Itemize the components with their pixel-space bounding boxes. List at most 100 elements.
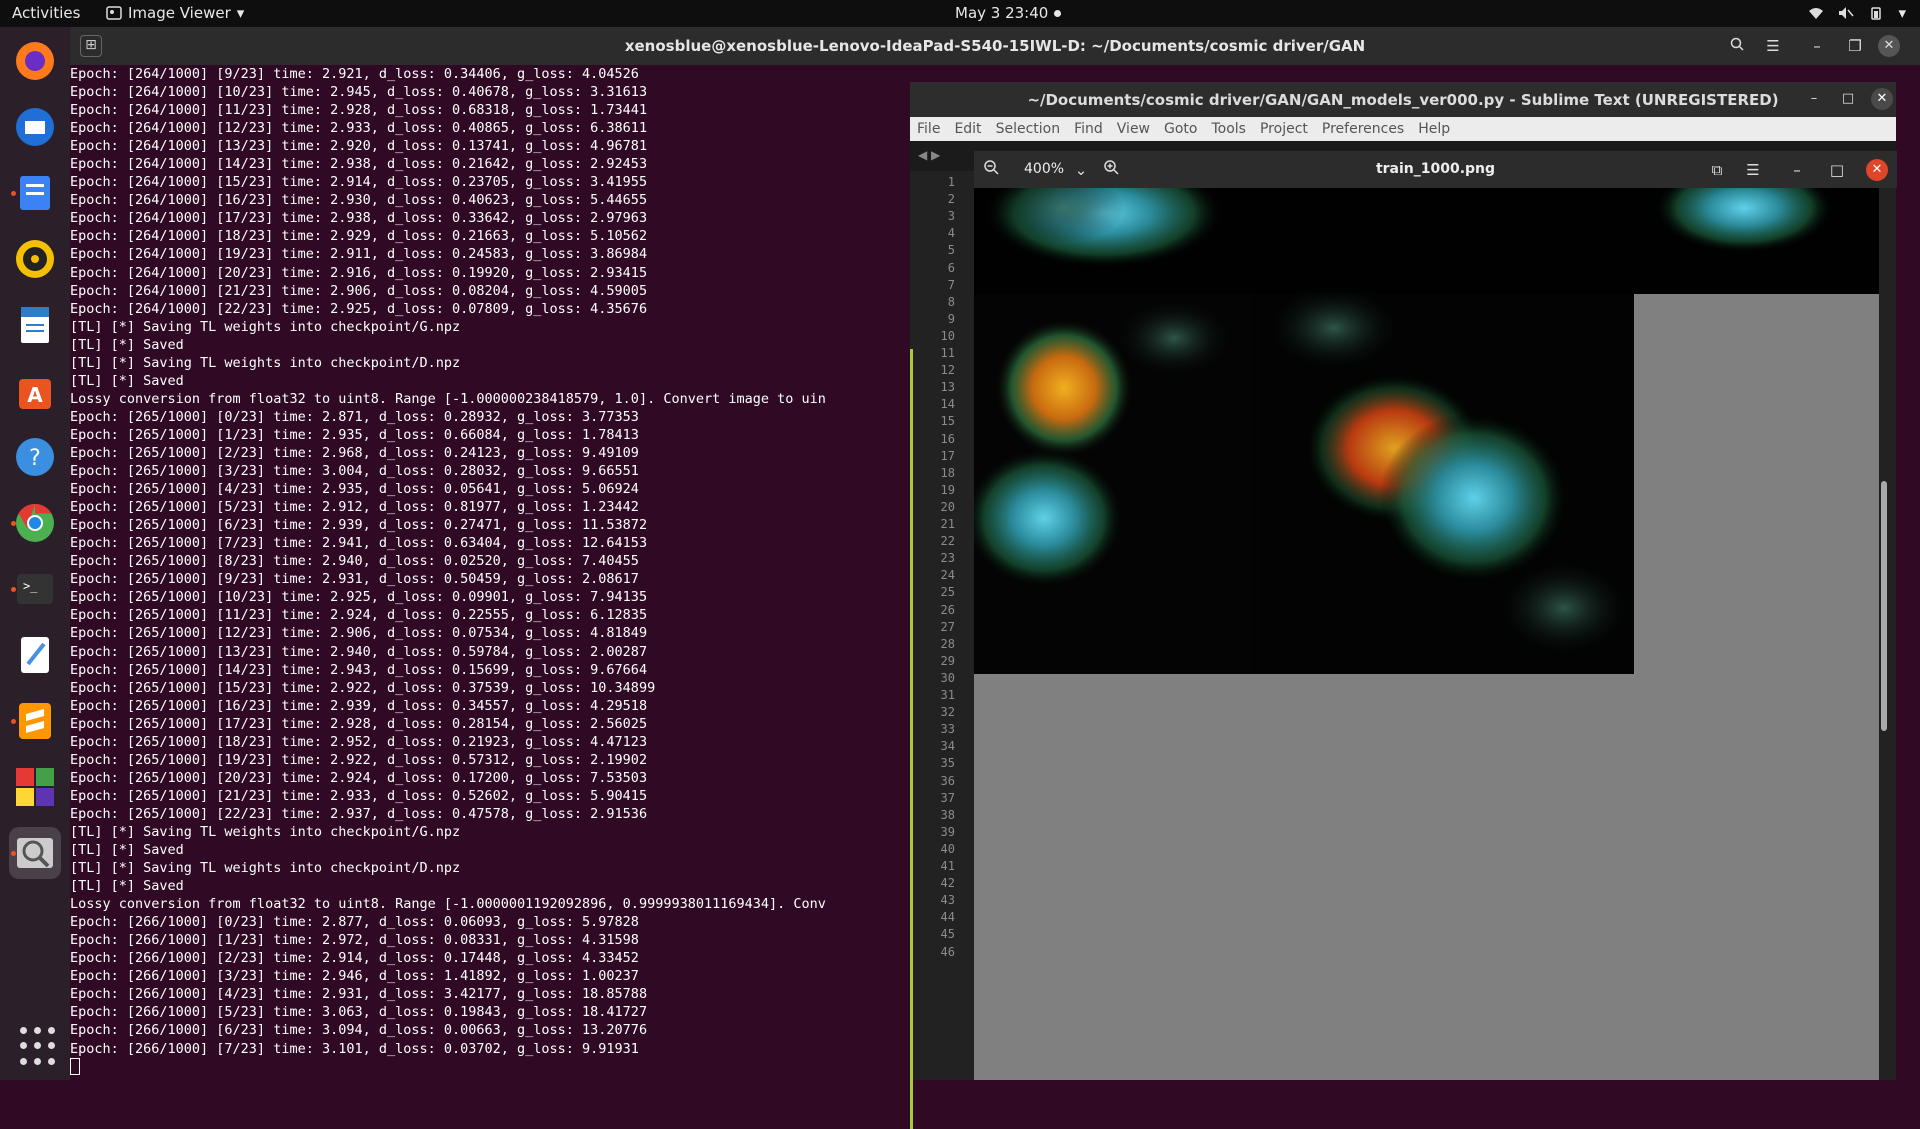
terminal-prompt bbox=[70, 1058, 910, 1076]
menu-item-project[interactable]: Project bbox=[1253, 117, 1315, 141]
chrome-icon bbox=[16, 503, 54, 542]
menu-item-file[interactable]: File bbox=[910, 117, 947, 141]
dock-text-editor[interactable] bbox=[9, 629, 61, 681]
line-number: 39 bbox=[940, 824, 955, 839]
viewer-close-button[interactable]: ✕ bbox=[1866, 159, 1888, 181]
text-editor-icon bbox=[21, 637, 49, 673]
viewer-minimize-button[interactable]: – bbox=[1784, 157, 1810, 183]
menu-item-find[interactable]: Find bbox=[1067, 117, 1110, 141]
menu-item-selection[interactable]: Selection bbox=[989, 117, 1068, 141]
dock-terminal[interactable]: >_ bbox=[9, 563, 61, 615]
dock-rhythmbox[interactable] bbox=[9, 233, 61, 285]
terminal-line: Epoch: [266/1000] [4/23] time: 2.931, d_… bbox=[70, 986, 648, 1003]
image-viewer-icon bbox=[17, 838, 53, 868]
minimize-button[interactable]: – bbox=[1804, 33, 1830, 59]
volume-icon bbox=[1839, 7, 1855, 19]
line-number: 18 bbox=[940, 465, 955, 480]
viewer-maximize-button[interactable]: □ bbox=[1824, 157, 1850, 183]
line-number: 9 bbox=[947, 311, 955, 326]
sublime-titlebar: ~/Documents/cosmic driver/GAN/GAN_models… bbox=[910, 82, 1896, 117]
viewer-menu-button[interactable]: ☰ bbox=[1740, 157, 1766, 183]
firefox-icon bbox=[16, 42, 54, 80]
image-viewer-window: 400% ⌄ train_1000.png ⧉ ☰ – □ ✕ bbox=[974, 151, 1897, 1080]
dock-firefox[interactable] bbox=[9, 35, 61, 87]
menu-item-tools[interactable]: Tools bbox=[1204, 117, 1253, 141]
close-button[interactable]: ✕ bbox=[1878, 35, 1900, 57]
terminal-line: Epoch: [264/1000] [9/23] time: 2.921, d_… bbox=[70, 66, 639, 82]
fullscreen-button[interactable]: ⧉ bbox=[1704, 157, 1730, 183]
terminal-line: Epoch: [265/1000] [1/23] time: 2.935, d_… bbox=[70, 426, 639, 443]
app-menu-label: Image Viewer bbox=[128, 4, 231, 22]
menu-item-help[interactable]: Help bbox=[1411, 117, 1457, 141]
terminal-line: Epoch: [264/1000] [12/23] time: 2.933, d… bbox=[70, 120, 648, 137]
dock-help[interactable]: ? bbox=[9, 431, 61, 483]
menu-item-view[interactable]: View bbox=[1110, 117, 1157, 141]
terminal-line: Epoch: [265/1000] [15/23] time: 2.922, d… bbox=[70, 679, 656, 696]
dock-grid-app[interactable] bbox=[9, 761, 61, 813]
files-icon bbox=[20, 176, 50, 210]
tab-nav-arrows-icon[interactable]: ◀ ▶ bbox=[918, 148, 940, 162]
line-number: 20 bbox=[940, 499, 955, 514]
terminal-line: Epoch: [266/1000] [2/23] time: 2.914, d_… bbox=[70, 950, 639, 967]
system-tray[interactable]: ▾ bbox=[1808, 4, 1906, 22]
running-indicator bbox=[11, 587, 16, 592]
line-number: 14 bbox=[940, 397, 955, 412]
line-number: 30 bbox=[940, 670, 955, 685]
terminal-line: Epoch: [264/1000] [18/23] time: 2.929, d… bbox=[70, 228, 648, 245]
line-number: 27 bbox=[940, 619, 955, 634]
dock-chrome[interactable] bbox=[9, 497, 61, 549]
line-number: 16 bbox=[940, 431, 955, 446]
chevron-down-icon: ▾ bbox=[236, 4, 245, 22]
writer-icon bbox=[21, 307, 49, 343]
gan-sample-image bbox=[974, 188, 1879, 674]
show-applications-button[interactable] bbox=[20, 1027, 60, 1067]
terminal-line: Epoch: [265/1000] [17/23] time: 2.928, d… bbox=[70, 715, 648, 732]
line-number: 5 bbox=[947, 243, 955, 258]
sublime-maximize-button[interactable]: □ bbox=[1837, 88, 1859, 110]
terminal-line: Epoch: [265/1000] [6/23] time: 2.939, d_… bbox=[70, 517, 648, 534]
app-menu[interactable]: Image Viewer ▾ bbox=[106, 4, 244, 22]
terminal-line: Epoch: [266/1000] [3/23] time: 2.946, d_… bbox=[70, 968, 639, 985]
terminal-line: Epoch: [264/1000] [22/23] time: 2.925, d… bbox=[70, 300, 648, 317]
system-menu-chevron-icon: ▾ bbox=[1898, 4, 1906, 22]
terminal-output[interactable]: Epoch: [264/1000] [9/23] time: 2.921, d_… bbox=[70, 65, 910, 1080]
line-number: 7 bbox=[947, 277, 955, 292]
dock-sublime[interactable] bbox=[9, 695, 61, 747]
dock-software[interactable]: A bbox=[9, 365, 61, 417]
search-button[interactable] bbox=[1724, 33, 1750, 59]
terminal-line: Epoch: [265/1000] [14/23] time: 2.943, d… bbox=[70, 661, 648, 678]
activities-button[interactable]: Activities bbox=[12, 4, 80, 22]
wifi-icon bbox=[1809, 8, 1824, 19]
terminal-line: [TL] [*] Saved bbox=[70, 878, 184, 895]
line-number: 36 bbox=[940, 773, 955, 788]
sublime-minimize-button[interactable]: – bbox=[1803, 88, 1825, 110]
clock[interactable]: May 3 23:40 bbox=[955, 4, 1062, 22]
terminal-icon: >_ bbox=[17, 574, 53, 604]
menu-item-edit[interactable]: Edit bbox=[947, 117, 988, 141]
dock-writer[interactable] bbox=[9, 299, 61, 351]
terminal-line: Epoch: [264/1000] [13/23] time: 2.920, d… bbox=[70, 138, 648, 155]
viewer-scrollbar[interactable] bbox=[1881, 481, 1887, 731]
menu-item-goto[interactable]: Goto bbox=[1157, 117, 1204, 141]
terminal-line: [TL] [*] Saving TL weights into checkpoi… bbox=[70, 354, 461, 371]
terminal-line: Epoch: [264/1000] [10/23] time: 2.945, d… bbox=[70, 84, 648, 101]
terminal-line: Epoch: [265/1000] [19/23] time: 2.922, d… bbox=[70, 751, 648, 768]
terminal-line: Epoch: [265/1000] [10/23] time: 2.925, d… bbox=[70, 589, 648, 606]
terminal-line: Epoch: [265/1000] [13/23] time: 2.940, d… bbox=[70, 643, 648, 660]
line-number: 45 bbox=[940, 927, 955, 942]
menu-item-preferences[interactable]: Preferences bbox=[1315, 117, 1411, 141]
menu-button[interactable]: ☰ bbox=[1760, 33, 1786, 59]
dock-image-viewer[interactable] bbox=[9, 827, 61, 879]
terminal-line: [TL] [*] Saved bbox=[70, 372, 184, 389]
terminal-line: Lossy conversion from float32 to uint8. … bbox=[70, 390, 826, 407]
line-number: 38 bbox=[940, 807, 955, 822]
dock-files[interactable] bbox=[9, 167, 61, 219]
line-number: 2 bbox=[947, 192, 955, 207]
line-number: 46 bbox=[940, 944, 955, 959]
terminal-line: Epoch: [265/1000] [22/23] time: 2.937, d… bbox=[70, 805, 648, 822]
restore-button[interactable]: ❐ bbox=[1842, 33, 1868, 59]
dock-thunderbird[interactable] bbox=[9, 101, 61, 153]
image-viewer-header: 400% ⌄ train_1000.png ⧉ ☰ – □ ✕ bbox=[974, 151, 1897, 188]
sublime-close-button[interactable]: ✕ bbox=[1871, 88, 1893, 110]
image-canvas[interactable] bbox=[974, 188, 1879, 1080]
